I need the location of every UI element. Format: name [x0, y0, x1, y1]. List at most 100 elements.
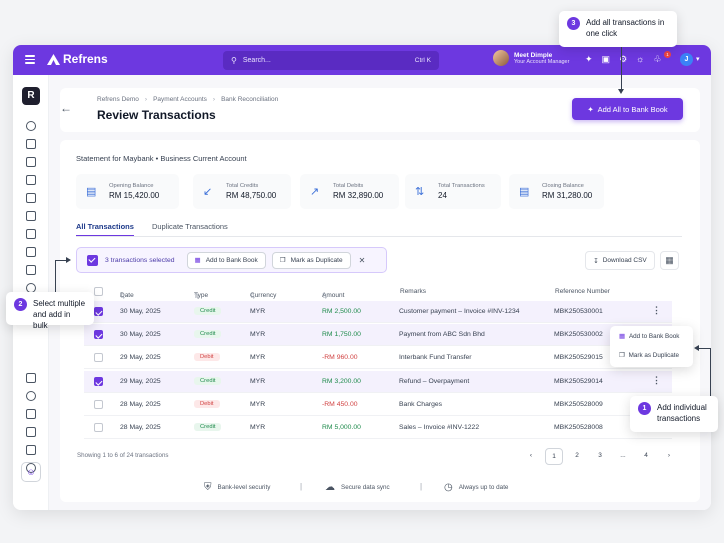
table-row[interactable]: 28 May, 2025 Debit MYR -RM 450.00 Bank Charg…	[84, 394, 672, 416]
page-button[interactable]: 4	[637, 448, 655, 465]
cell-amount: RM 5,000.00	[322, 424, 361, 431]
rocket-icon[interactable]: ✦	[585, 54, 593, 65]
row-checkbox[interactable]	[94, 330, 103, 339]
account-manager-name: Meet Dimple	[514, 51, 553, 59]
bell-icon[interactable]: ♧	[653, 54, 661, 65]
stat-total-debits: ↗ Total Debits RM 32,890.00	[300, 174, 399, 209]
menu-item-mark-duplicate[interactable]: ❐ Mark as Duplicate	[610, 347, 693, 364]
tab-duplicate-transactions[interactable]: Duplicate Transactions	[152, 222, 228, 237]
document-icon[interactable]	[26, 427, 36, 437]
page-button[interactable]: 2	[568, 448, 586, 465]
bank-icon[interactable]	[26, 373, 36, 383]
download-icon: ↧	[593, 257, 599, 265]
select-all-checkbox[interactable]	[94, 287, 103, 296]
search-input[interactable]: ⚲ Search... Ctrl K	[223, 51, 439, 70]
book-icon[interactable]	[26, 193, 36, 203]
invoice-icon[interactable]	[26, 157, 36, 167]
cell-currency: MYR	[250, 354, 266, 361]
stat-total-credits: ↙ Total Credits RM 48,750.00	[193, 174, 291, 209]
add-user-icon[interactable]: ☺	[21, 462, 41, 482]
chart-icon[interactable]	[26, 247, 36, 257]
link-icon[interactable]	[26, 409, 36, 419]
table-row[interactable]: 28 May, 2025 Credit MYR RM 5,000.00 Sales – …	[84, 417, 672, 439]
bulk-add-to-bank-book-button[interactable]: ▦ Add to Bank Book	[186, 251, 266, 269]
cell-remarks: Refund – Overpayment	[399, 378, 470, 385]
menu-icon[interactable]	[25, 55, 35, 64]
chevron-down-icon[interactable]: ▾	[696, 55, 700, 63]
footer-security: ⛨ Bank-level security	[204, 482, 270, 493]
breadcrumb-item: Bank Reconciliation	[221, 96, 279, 103]
box-icon[interactable]	[26, 229, 36, 239]
pagination-summary: Showing 1 to 6 of 24 transactions	[77, 452, 169, 459]
user-avatar[interactable]: J	[680, 53, 693, 66]
app-logo[interactable]: Refrens	[47, 52, 108, 66]
row-actions-icon[interactable]: ⋮	[652, 305, 661, 316]
cell-date: 28 May, 2025	[120, 424, 161, 431]
footer-label: Secure data sync	[341, 484, 390, 491]
close-icon[interactable]: ✕	[359, 256, 366, 265]
page-ellipsis: ...	[620, 452, 626, 459]
add-all-to-bank-book-button[interactable]: ✦ Add All to Bank Book	[572, 98, 683, 120]
download-csv-button[interactable]: ↧ Download CSV	[585, 251, 655, 270]
stat-value: RM 48,750.00	[226, 191, 277, 200]
calendar-icon[interactable]	[26, 175, 36, 185]
selected-count: 3 transactions selected	[105, 256, 175, 264]
row-checkbox[interactable]	[94, 423, 103, 432]
cell-currency: MYR	[250, 424, 266, 431]
message-icon[interactable]	[26, 265, 36, 275]
back-arrow-icon[interactable]: ←	[60, 101, 72, 115]
row-checkbox[interactable]	[94, 353, 103, 362]
next-page-icon[interactable]: ›	[660, 448, 678, 465]
table-row[interactable]: 30 May, 2025 Credit MYR RM 1,750.00 Payment …	[84, 324, 672, 346]
book-icon: ▦	[194, 257, 201, 264]
row-actions-icon[interactable]: ⋮	[652, 375, 661, 386]
table-row[interactable]: 29 May, 2025 Debit MYR -RM 960.00 Interbank …	[84, 347, 672, 369]
cell-reference: MBK250529014	[554, 378, 603, 385]
callout-text: Add all transactions in one click	[586, 18, 665, 38]
row-checkbox[interactable]	[94, 377, 103, 386]
column-header-reference: Reference Number	[555, 288, 610, 295]
menu-item-add-to-bank-book[interactable]: ▦ Add to Bank Book	[610, 328, 693, 345]
callout-individual: 1 Add individual transactions	[630, 396, 718, 432]
column-header-remarks: Remarks	[400, 288, 427, 295]
workspace-logo[interactable]: R	[22, 87, 40, 105]
cell-date: 29 May, 2025	[120, 354, 161, 361]
prev-page-icon[interactable]: ‹	[522, 448, 540, 465]
support-icon[interactable]: ☼	[636, 54, 644, 65]
cell-reference: MBK250530002	[554, 331, 603, 338]
table-row[interactable]: 29 May, 2025 Credit MYR RM 3,200.00 Refund –…	[84, 371, 672, 393]
step-number: 1	[638, 402, 651, 415]
inbox-icon[interactable]	[26, 211, 36, 221]
settings-icon[interactable]	[26, 391, 36, 401]
book-icon: ▦	[619, 333, 625, 340]
cell-reference: MBK250528009	[554, 401, 603, 408]
contacts-icon[interactable]	[26, 139, 36, 149]
stat-label: Total Transactions	[438, 183, 485, 189]
row-checkbox[interactable]	[94, 307, 103, 316]
bulk-select-checkbox[interactable]	[87, 254, 98, 266]
stat-value: RM 15,420.00	[109, 191, 160, 200]
column-settings-icon[interactable]: ▦	[660, 251, 679, 270]
shield-icon: ⛨	[204, 482, 212, 493]
gift-icon[interactable]: ▣	[602, 54, 611, 65]
cell-reference: MBK250529015	[554, 354, 603, 361]
account-manager[interactable]: Meet Dimple Your Account Manager	[493, 50, 569, 66]
cell-amount: RM 2,500.00	[322, 308, 361, 315]
divider	[76, 236, 682, 237]
bulk-mark-duplicate-button[interactable]: ❐ Mark as Duplicate	[271, 251, 351, 269]
breadcrumb-item[interactable]: Refrens Demo	[97, 96, 139, 103]
row-context-menu: ▦ Add to Bank Book ❐ Mark as Duplicate	[610, 326, 693, 367]
cell-date: 28 May, 2025	[120, 401, 161, 408]
briefcase-icon[interactable]	[26, 445, 36, 455]
page-button[interactable]: 1	[545, 448, 563, 465]
dashboard-icon[interactable]	[26, 121, 36, 131]
callout-add-all: 3 Add all transactions in one click	[559, 11, 677, 47]
table-row[interactable]: 30 May, 2025 Credit MYR RM 2,500.00 Customer…	[84, 301, 672, 323]
cell-amount: RM 1,750.00	[322, 331, 361, 338]
tab-all-transactions[interactable]: All Transactions	[76, 222, 134, 237]
footer-label: Always up to date	[458, 484, 509, 491]
row-checkbox[interactable]	[94, 400, 103, 409]
pagination: ‹ 1 2 3 ... 4 ›	[522, 448, 678, 465]
page-button[interactable]: 3	[591, 448, 609, 465]
breadcrumb-item[interactable]: Payment Accounts	[153, 96, 207, 103]
